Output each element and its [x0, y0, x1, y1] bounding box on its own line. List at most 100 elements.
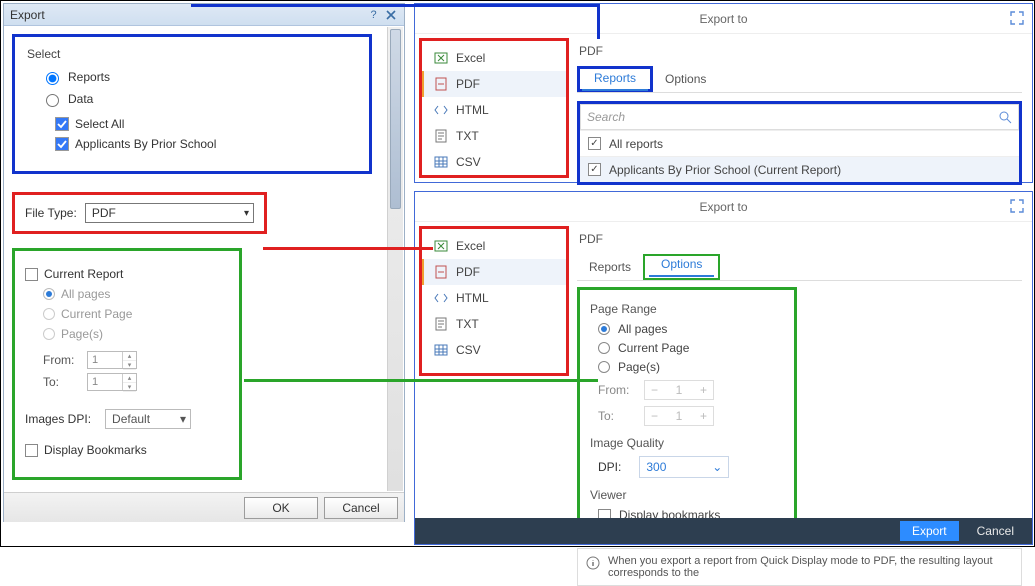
- format-heading: PDF: [577, 228, 1022, 248]
- tab-reports[interactable]: Reports: [582, 65, 648, 91]
- check-applicants-label: Applicants By Prior School: [75, 137, 216, 151]
- dpi-select[interactable]: 300 ⌄: [639, 456, 729, 478]
- format-heading: PDF: [577, 40, 1022, 60]
- bookmarks-label: Display Bookmarks: [44, 443, 147, 457]
- radio-pages[interactable]: Page(s): [43, 327, 229, 341]
- checkbox-icon[interactable]: [55, 117, 69, 131]
- format-txt[interactable]: TXT: [422, 123, 566, 149]
- html-icon: [434, 291, 448, 305]
- dpi-label: DPI:: [598, 460, 621, 474]
- check-applicants[interactable]: Applicants By Prior School: [55, 137, 357, 151]
- minus-icon[interactable]: −: [651, 383, 658, 397]
- radio-data-label: Data: [68, 92, 93, 106]
- panel-header: Export to: [415, 4, 1032, 34]
- checkbox-icon[interactable]: [55, 137, 69, 151]
- to-value: 1: [92, 376, 98, 388]
- check-select-all[interactable]: Select All: [55, 117, 357, 131]
- file-type-select[interactable]: PDF ▾: [85, 203, 254, 223]
- format-pdf[interactable]: PDF: [422, 71, 566, 97]
- info-icon: [586, 556, 600, 570]
- check-report-item[interactable]: Applicants By Prior School (Current Repo…: [580, 156, 1019, 182]
- check-current-report[interactable]: Current Report: [25, 267, 229, 281]
- excel-icon: [434, 239, 448, 253]
- tab-reports[interactable]: Reports: [577, 254, 643, 280]
- radio-current-page[interactable]: Current Page: [598, 341, 784, 355]
- from-stepper[interactable]: −1+: [644, 380, 714, 400]
- radio-icon[interactable]: [43, 328, 55, 340]
- from-value: 1: [92, 354, 98, 366]
- panel-footer: Export Cancel: [415, 518, 1032, 544]
- csv-icon: [434, 155, 448, 169]
- radio-icon[interactable]: [43, 308, 55, 320]
- dialog-footer: OK Cancel: [4, 492, 404, 522]
- plus-icon[interactable]: +: [700, 409, 707, 423]
- format-html[interactable]: HTML: [422, 97, 566, 123]
- help-icon[interactable]: ?: [366, 8, 381, 22]
- cancel-button[interactable]: Cancel: [965, 521, 1026, 541]
- format-csv[interactable]: CSV: [422, 149, 566, 175]
- check-bookmarks[interactable]: Display Bookmarks: [25, 443, 229, 457]
- search-placeholder: Search: [587, 110, 625, 124]
- minus-icon[interactable]: −: [651, 409, 658, 423]
- radio-all-pages[interactable]: All pages: [43, 287, 229, 301]
- to-stepper[interactable]: −1+: [644, 406, 714, 426]
- format-pdf[interactable]: PDF: [422, 259, 566, 285]
- radio-current-page[interactable]: Current Page: [43, 307, 229, 321]
- connector-blue: [191, 4, 599, 7]
- from-spinner[interactable]: 1 ▴▾: [87, 351, 137, 369]
- export-button[interactable]: Export: [900, 521, 959, 541]
- radio-data[interactable]: Data: [41, 91, 357, 107]
- radio-icon[interactable]: [43, 288, 55, 300]
- checkbox-icon[interactable]: [25, 444, 38, 457]
- radio-pages[interactable]: Page(s): [598, 360, 784, 374]
- to-spinner[interactable]: 1 ▴▾: [87, 373, 137, 391]
- spin-up-icon[interactable]: ▴: [123, 352, 136, 361]
- scroll-thumb[interactable]: [390, 29, 401, 209]
- viewer-title: Viewer: [590, 488, 784, 502]
- dpi-select[interactable]: Default ▾: [105, 409, 191, 429]
- format-list: Excel PDF HTML TXT CSV: [419, 38, 569, 178]
- ok-button[interactable]: OK: [244, 497, 318, 519]
- spin-up-icon[interactable]: ▴: [123, 374, 136, 383]
- check-all-reports[interactable]: All reports: [580, 130, 1019, 156]
- dpi-value: Default: [112, 412, 150, 426]
- modern-export-panel-reports: Export to Excel PDF HTML TXT CSV PDF Rep…: [414, 3, 1033, 183]
- scrollbar[interactable]: [387, 27, 403, 491]
- format-list: Excel PDF HTML TXT CSV: [419, 226, 569, 376]
- format-html[interactable]: HTML: [422, 285, 566, 311]
- panel-title: Export to: [699, 12, 747, 26]
- plus-icon[interactable]: +: [700, 383, 707, 397]
- radio-all-pages[interactable]: All pages: [598, 322, 784, 336]
- radio-icon[interactable]: [598, 342, 610, 354]
- expand-icon[interactable]: [1010, 199, 1024, 216]
- checkbox-icon[interactable]: [25, 268, 38, 281]
- radio-reports-label: Reports: [68, 70, 110, 84]
- to-label: To:: [43, 375, 81, 389]
- format-excel[interactable]: Excel: [422, 45, 566, 71]
- radio-data-input[interactable]: [46, 94, 59, 107]
- checkbox-icon[interactable]: [588, 163, 601, 176]
- cancel-button[interactable]: Cancel: [324, 497, 398, 519]
- file-type-value: PDF: [92, 206, 116, 220]
- radio-reports-input[interactable]: [46, 72, 59, 85]
- tab-options[interactable]: Options: [653, 66, 718, 92]
- tabs: Reports Options: [577, 254, 1022, 281]
- info-message: When you export a report from Quick Disp…: [577, 548, 1022, 586]
- from-label: From:: [43, 353, 81, 367]
- reports-box: Search All reports Applicants By Prior S…: [577, 101, 1022, 185]
- spin-down-icon[interactable]: ▾: [123, 361, 136, 370]
- radio-icon[interactable]: [598, 323, 610, 335]
- tab-options[interactable]: Options: [649, 251, 714, 277]
- format-csv[interactable]: CSV: [422, 337, 566, 363]
- spin-down-icon[interactable]: ▾: [123, 383, 136, 392]
- search-input[interactable]: Search: [580, 104, 1019, 130]
- radio-icon[interactable]: [598, 361, 610, 373]
- checkbox-icon[interactable]: [588, 137, 601, 150]
- titlebar[interactable]: Export ?: [4, 4, 404, 26]
- format-excel[interactable]: Excel: [422, 233, 566, 259]
- expand-icon[interactable]: [1010, 11, 1024, 28]
- format-txt[interactable]: TXT: [422, 311, 566, 337]
- close-icon[interactable]: [383, 8, 398, 22]
- current-page-label: Current Page: [61, 307, 132, 321]
- radio-reports[interactable]: Reports: [41, 69, 357, 85]
